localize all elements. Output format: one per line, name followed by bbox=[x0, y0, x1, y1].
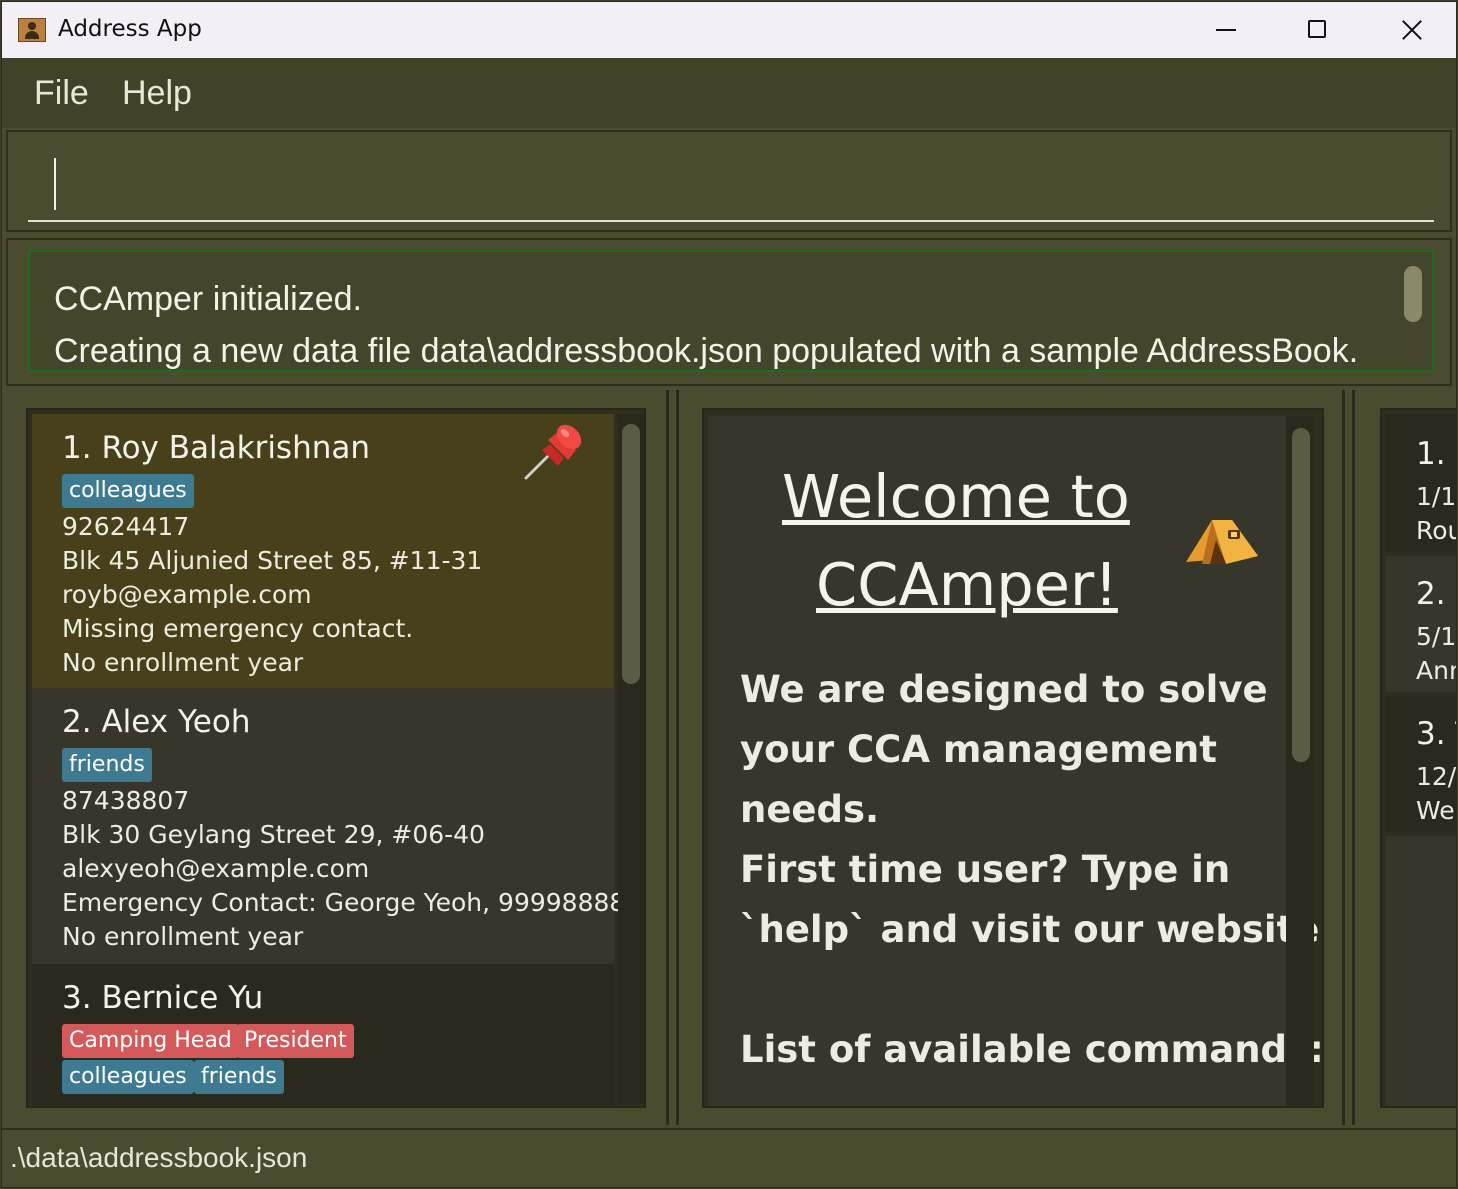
welcome-text-line: needs. bbox=[740, 788, 880, 831]
event-title: 1. E bbox=[1416, 436, 1456, 472]
tag: friends bbox=[62, 748, 152, 782]
result-line: Creating a new data file data\addressboo… bbox=[54, 332, 1359, 370]
address-book-icon bbox=[18, 18, 46, 42]
close-button[interactable] bbox=[1364, 2, 1456, 58]
person-list-scrollbar[interactable] bbox=[622, 424, 640, 684]
person-name: 1. Roy Balakrishnan bbox=[62, 430, 371, 466]
panel-divider[interactable] bbox=[1352, 390, 1355, 1125]
event-card[interactable]: 2. C 5/10 Ann bbox=[1386, 556, 1456, 692]
tag: friends bbox=[194, 1060, 284, 1094]
title-bar: Address App bbox=[2, 2, 1456, 58]
command-input[interactable] bbox=[28, 150, 1434, 222]
person-address: Blk 30 Geylang Street 29, #06-40 bbox=[62, 820, 485, 849]
result-display-panel: CCAmper initialized. Creating a new data… bbox=[6, 238, 1452, 386]
event-card[interactable]: 3. T 12/1 Wee bbox=[1386, 696, 1456, 832]
person-emergency-contact: Emergency Contact: George Yeoh, 99998888 bbox=[62, 888, 626, 917]
menu-bar: File Help bbox=[2, 58, 1456, 128]
tag: colleagues bbox=[62, 474, 194, 508]
person-phone: 87438807 bbox=[62, 786, 190, 815]
person-email: alexyeoh@example.com bbox=[62, 854, 370, 883]
welcome-title-line: Welcome to bbox=[782, 462, 1130, 531]
data-file-path: .\data\addressbook.json bbox=[10, 1142, 308, 1173]
event-date: 5/10 bbox=[1416, 622, 1456, 651]
person-enrollment-year: No enrollment year bbox=[62, 648, 304, 677]
pushpin-icon bbox=[524, 424, 582, 480]
welcome-content[interactable]: Welcome to CCAmper! We are designed to s… bbox=[708, 416, 1322, 1106]
event-list-empty-area bbox=[1386, 836, 1456, 1106]
panel-divider[interactable] bbox=[676, 390, 679, 1125]
tag: President bbox=[237, 1024, 354, 1058]
person-list: 1. Roy Balakrishnan colleagues 92624417 … bbox=[26, 408, 646, 1108]
person-name: 3. Bernice Yu bbox=[62, 980, 264, 1016]
welcome-text-line: First time user? Type in bbox=[740, 848, 1231, 891]
welcome-text-line: your CCA management bbox=[740, 728, 1217, 771]
person-enrollment-year: No enrollment year bbox=[62, 922, 304, 951]
person-address: Blk 45 Aljunied Street 85, #11-31 bbox=[62, 546, 483, 575]
event-title: 2. C bbox=[1416, 576, 1456, 612]
tag: colleagues bbox=[62, 1060, 194, 1094]
command-box bbox=[6, 130, 1452, 232]
window-title: Address App bbox=[58, 16, 202, 42]
person-card[interactable]: 2. Alex Yeoh friends 87438807 Blk 30 Gey… bbox=[32, 688, 625, 964]
event-card[interactable]: 1. E 1/10 Rou bbox=[1386, 414, 1456, 552]
panel-divider[interactable] bbox=[666, 390, 669, 1125]
menu-file[interactable]: File bbox=[34, 74, 89, 113]
welcome-panel: Welcome to CCAmper! We are designed to s… bbox=[702, 408, 1324, 1108]
person-name: 2. Alex Yeoh bbox=[62, 704, 251, 740]
welcome-text-line: List of available commands: bbox=[740, 1028, 1324, 1071]
tent-icon bbox=[1186, 520, 1258, 564]
event-detail: Wee bbox=[1416, 796, 1456, 825]
result-scrollbar[interactable] bbox=[1404, 266, 1422, 322]
person-card[interactable]: 3. Bernice Yu Camping Head President col… bbox=[32, 964, 614, 1106]
result-line: CCAmper initialized. bbox=[54, 280, 362, 318]
person-email: royb@example.com bbox=[62, 580, 312, 609]
welcome-scrollbar[interactable] bbox=[1292, 428, 1310, 762]
welcome-title-line: CCAmper! bbox=[816, 550, 1118, 619]
menu-help[interactable]: Help bbox=[122, 74, 192, 113]
app-window: Address App File Help CCAmper initialize… bbox=[2, 2, 1456, 1187]
result-display[interactable]: CCAmper initialized. Creating a new data… bbox=[28, 250, 1434, 372]
maximize-button[interactable] bbox=[1272, 2, 1364, 58]
welcome-text-line: We are designed to solve bbox=[740, 668, 1268, 711]
person-phone: 92624417 bbox=[62, 512, 190, 541]
tag: Camping Head bbox=[62, 1024, 239, 1058]
text-caret bbox=[54, 158, 56, 210]
panel-divider[interactable] bbox=[1342, 390, 1345, 1125]
minimize-button[interactable] bbox=[1180, 2, 1272, 58]
event-detail: Ann bbox=[1416, 656, 1456, 685]
event-title: 3. T bbox=[1416, 716, 1456, 752]
welcome-text-line: `help` and visit our website! bbox=[740, 908, 1324, 951]
event-date: 12/1 bbox=[1416, 762, 1456, 791]
status-bar: .\data\addressbook.json bbox=[2, 1128, 1456, 1187]
event-detail: Rou bbox=[1416, 516, 1456, 545]
person-emergency-contact: Missing emergency contact. bbox=[62, 614, 414, 643]
event-date: 1/10 bbox=[1416, 482, 1456, 511]
person-card[interactable]: 1. Roy Balakrishnan colleagues 92624417 … bbox=[32, 414, 614, 688]
event-list: 1. E 1/10 Rou 2. C 5/10 Ann 3. T 12/1 We… bbox=[1380, 408, 1456, 1108]
